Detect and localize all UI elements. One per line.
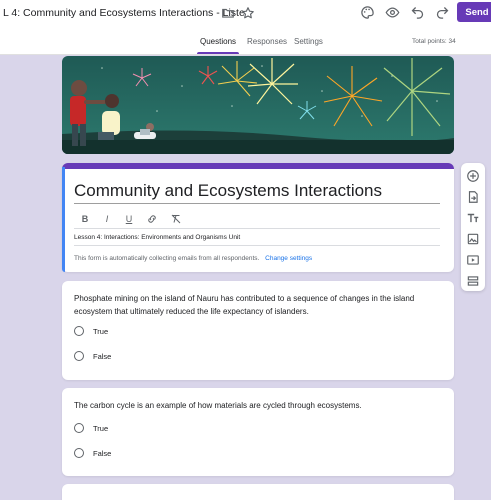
link-icon[interactable] <box>146 213 158 225</box>
radio-button[interactable] <box>74 423 84 433</box>
title-underline <box>74 203 440 204</box>
form-title-card: Community and Ecosystems Interactions B … <box>62 163 454 272</box>
underline-button[interactable]: U <box>124 214 134 224</box>
bold-button[interactable]: B <box>80 214 90 224</box>
question-text: The carbon cycle is an example of how ma… <box>74 401 362 410</box>
send-button[interactable]: Send <box>457 2 491 22</box>
question-card[interactable]: Phosphate mining on the island of Nauru … <box>62 281 454 380</box>
option-true[interactable]: True <box>74 326 108 336</box>
add-section-icon[interactable] <box>466 274 480 288</box>
clear-formatting-icon[interactable] <box>170 213 182 225</box>
form-description-input[interactable]: Lesson 4: Interactions: Environments and… <box>74 234 240 241</box>
question-text: Phosphate mining on the island of Nauru … <box>74 294 415 316</box>
form-title-input[interactable]: Community and Ecosystems Interactions <box>74 181 382 201</box>
email-note-text: This form is automatically collecting em… <box>74 255 260 262</box>
star-icon[interactable] <box>241 6 255 20</box>
italic-button[interactable]: I <box>102 214 112 224</box>
option-label: True <box>93 423 109 433</box>
radio-button[interactable] <box>74 351 84 361</box>
add-title-icon[interactable] <box>466 211 480 225</box>
add-question-icon[interactable] <box>466 169 480 183</box>
option-label: False <box>93 351 112 361</box>
add-video-icon[interactable] <box>466 253 480 267</box>
header-actions <box>360 5 450 20</box>
option-true[interactable]: True <box>74 423 108 433</box>
format-toolbar: B I U <box>80 213 182 225</box>
change-settings-link[interactable]: Change settings <box>265 255 312 262</box>
active-tab-indicator <box>197 52 239 54</box>
focus-accent-bar <box>62 167 65 272</box>
format-underline <box>74 228 440 229</box>
tab-settings[interactable]: Settings <box>294 37 323 46</box>
fireworks-illustration <box>62 56 454 154</box>
preview-eye-icon[interactable] <box>385 5 400 20</box>
option-label: False <box>93 448 112 458</box>
import-questions-icon[interactable] <box>466 190 480 204</box>
title-icons <box>221 6 255 20</box>
header-banner-image <box>62 56 454 154</box>
description-underline <box>74 245 440 246</box>
radio-button[interactable] <box>74 448 84 458</box>
tab-responses[interactable]: Responses <box>247 37 287 46</box>
tab-questions[interactable]: Questions <box>200 37 236 46</box>
option-false[interactable]: False <box>74 448 111 458</box>
question-card[interactable]: The carbon cycle is an example of how ma… <box>62 388 454 476</box>
option-label: True <box>93 326 109 336</box>
redo-icon[interactable] <box>435 5 450 20</box>
question-card[interactable] <box>62 484 454 500</box>
palette-icon[interactable] <box>360 5 375 20</box>
undo-icon[interactable] <box>410 5 425 20</box>
top-bar: L 4: Community and Ecosystems Interactio… <box>0 0 491 55</box>
email-collection-note: This form is automatically collecting em… <box>74 255 312 262</box>
floating-side-toolbar <box>461 163 485 291</box>
add-image-icon[interactable] <box>466 232 480 246</box>
total-points: Total points: 34 <box>412 38 456 45</box>
folder-icon[interactable] <box>221 6 235 20</box>
radio-button[interactable] <box>74 326 84 336</box>
document-title[interactable]: L 4: Community and Ecosystems Interactio… <box>3 7 245 19</box>
option-false[interactable]: False <box>74 351 111 361</box>
tab-bar: Questions Responses Settings Total point… <box>0 35 491 55</box>
